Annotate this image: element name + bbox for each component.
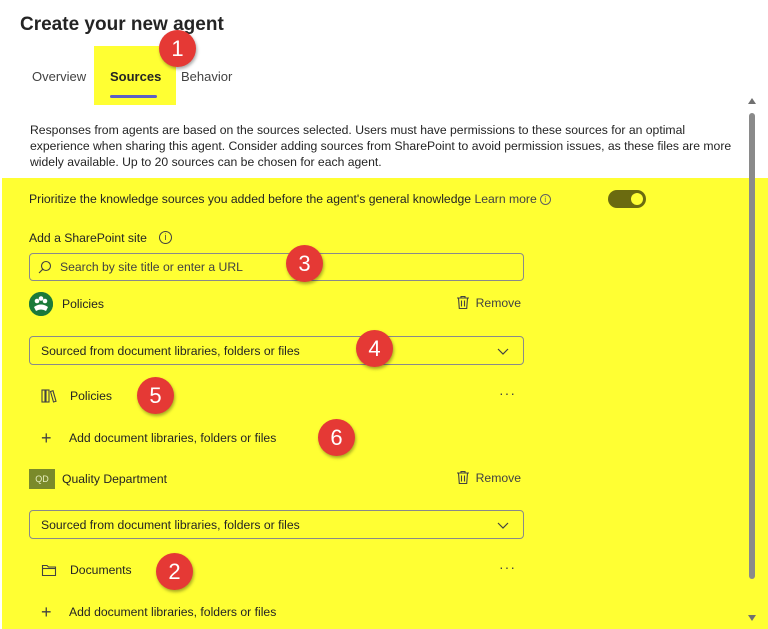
- dropdown-value: Sourced from document libraries, folders…: [41, 518, 300, 532]
- search-input[interactable]: [60, 254, 500, 280]
- remove-label: Remove: [475, 470, 521, 485]
- sources-description: Responses from agents are based on the s…: [30, 123, 732, 169]
- site-name: Policies: [62, 297, 104, 311]
- toggle-knob: [631, 193, 643, 205]
- scroll-thumb[interactable]: [749, 113, 755, 579]
- tab-sources[interactable]: Sources: [110, 69, 161, 84]
- prioritize-row: Prioritize the knowledge sources you add…: [29, 192, 551, 206]
- source-item[interactable]: Documents ···: [29, 558, 524, 582]
- more-options-icon[interactable]: ···: [499, 559, 516, 575]
- plus-icon: +: [41, 428, 52, 448]
- site-avatar: [29, 292, 53, 316]
- source-item-name: Policies: [70, 389, 112, 403]
- sharepoint-info-icon[interactable]: i: [159, 231, 172, 244]
- sharepoint-search-box[interactable]: [29, 253, 524, 281]
- learn-more-link[interactable]: Learn more: [474, 192, 536, 206]
- info-icon[interactable]: i: [539, 194, 551, 206]
- scroll-up-arrow-icon[interactable]: [748, 98, 756, 104]
- tab-overview[interactable]: Overview: [32, 69, 86, 84]
- more-options-icon[interactable]: ···: [499, 385, 516, 401]
- library-icon: [41, 389, 57, 403]
- prioritize-toggle[interactable]: [608, 190, 646, 208]
- tab-behavior[interactable]: Behavior: [181, 69, 232, 84]
- scrollbar[interactable]: [745, 98, 759, 624]
- callout-badge-4: 4: [356, 330, 393, 367]
- scroll-down-arrow-icon[interactable]: [748, 615, 756, 621]
- site-row-policies: Policies Remove: [29, 292, 524, 316]
- prioritize-label: Prioritize the knowledge sources you add…: [29, 192, 472, 206]
- callout-badge-3: 3: [286, 245, 323, 282]
- tab-bar: Overview Sources Behavior: [0, 46, 300, 106]
- site-avatar: QD: [29, 469, 55, 489]
- callout-badge-1: 1: [159, 30, 196, 67]
- add-sources-button[interactable]: + Add document libraries, folders or fil…: [41, 427, 341, 449]
- site-row-quality-department: QD Quality Department Remove: [29, 467, 524, 491]
- plus-icon: +: [41, 602, 52, 622]
- page-title: Create your new agent: [20, 14, 224, 35]
- chevron-down-icon: [497, 348, 509, 355]
- source-type-dropdown[interactable]: Sourced from document libraries, folders…: [29, 336, 524, 365]
- dropdown-value: Sourced from document libraries, folders…: [41, 344, 300, 358]
- source-type-dropdown[interactable]: Sourced from document libraries, folders…: [29, 510, 524, 539]
- search-icon: [38, 260, 52, 274]
- site-name: Quality Department: [62, 472, 167, 486]
- source-item-name: Documents: [70, 563, 132, 577]
- source-item[interactable]: Policies ···: [29, 384, 524, 408]
- site-logo-icon: [29, 292, 53, 316]
- remove-site-button[interactable]: Remove: [456, 295, 521, 310]
- add-sources-button[interactable]: + Add document libraries, folders or fil…: [41, 601, 341, 623]
- add-sources-label: Add document libraries, folders or files: [69, 431, 277, 445]
- remove-site-button[interactable]: Remove: [456, 470, 521, 485]
- trash-icon: [456, 295, 469, 310]
- folder-icon: [41, 564, 57, 577]
- callout-badge-2: 2: [156, 553, 193, 590]
- active-tab-indicator: [110, 95, 157, 98]
- callout-badge-5: 5: [137, 377, 174, 414]
- sharepoint-label: Add a SharePoint site: [29, 231, 147, 245]
- chevron-down-icon: [497, 522, 509, 529]
- trash-icon: [456, 470, 469, 485]
- remove-label: Remove: [475, 295, 521, 310]
- callout-badge-6: 6: [318, 419, 355, 456]
- add-sources-label: Add document libraries, folders or files: [69, 605, 277, 619]
